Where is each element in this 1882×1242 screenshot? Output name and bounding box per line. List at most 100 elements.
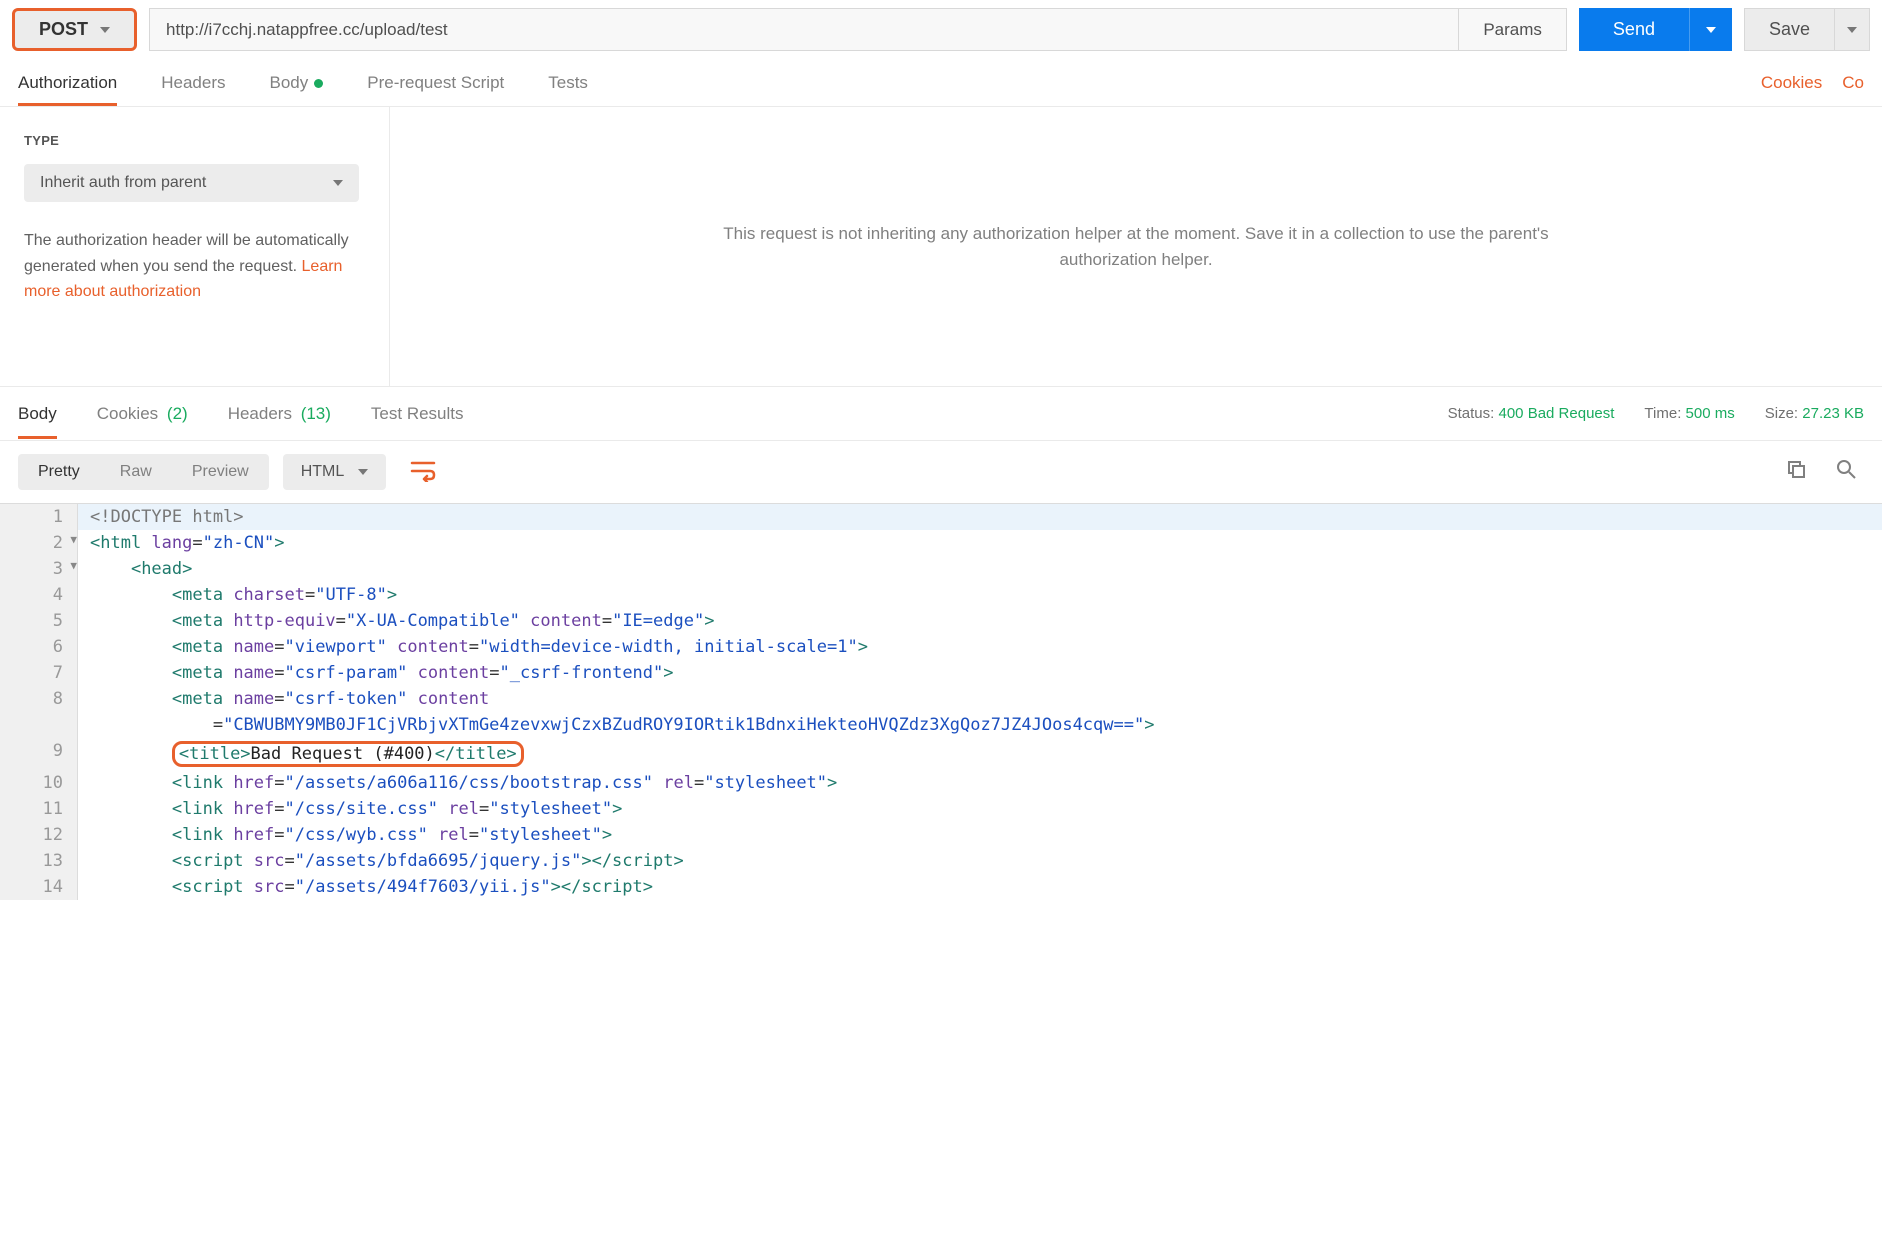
line-number: 1	[0, 504, 78, 530]
wrap-toggle[interactable]	[400, 454, 446, 491]
auth-type-value: Inherit auth from parent	[40, 174, 206, 192]
tab-body[interactable]: Body	[270, 61, 324, 105]
tab-prerequest[interactable]: Pre-request Script	[367, 61, 504, 105]
auth-sidebar: TYPE Inherit auth from parent The author…	[0, 107, 390, 386]
authorization-panel: TYPE Inherit auth from parent The author…	[0, 107, 1882, 387]
tab-headers[interactable]: Headers	[161, 61, 225, 105]
search-button[interactable]	[1828, 453, 1864, 491]
code-content: <title>Bad Request (#400)</title>	[78, 738, 524, 770]
view-raw[interactable]: Raw	[100, 454, 172, 490]
save-label: Save	[1769, 19, 1810, 40]
response-meta: Status: 400 Bad Request Time: 500 ms Siz…	[1448, 405, 1864, 422]
http-method-label: POST	[39, 19, 88, 40]
cookies-link[interactable]: Cookies	[1761, 73, 1822, 93]
http-method-select[interactable]: POST	[12, 8, 137, 51]
code-line[interactable]: 11 <link href="/css/site.css" rel="style…	[0, 796, 1882, 822]
chevron-down-icon	[333, 180, 343, 186]
tab-label: Body	[270, 73, 309, 92]
tab-label: Tests	[548, 73, 588, 92]
auth-empty-message: This request is not inheriting any autho…	[696, 221, 1576, 272]
url-input[interactable]	[150, 9, 1458, 50]
code-content: <script src="/assets/bfda6695/jquery.js"…	[78, 848, 684, 874]
chevron-down-icon	[100, 27, 110, 33]
code-line[interactable]: 9 <title>Bad Request (#400)</title>	[0, 738, 1882, 770]
chevron-down-icon	[1706, 27, 1716, 33]
code-content: <meta name="viewport" content="width=dev…	[78, 634, 868, 660]
send-button[interactable]: Send	[1579, 8, 1689, 51]
resp-tab-cookies[interactable]: Cookies (2)	[97, 390, 188, 438]
code-content: <meta http-equiv="X-UA-Compatible" conte…	[78, 608, 714, 634]
save-dropdown[interactable]	[1835, 8, 1870, 51]
request-bar: POST Params Send Save	[0, 0, 1882, 59]
params-button[interactable]: Params	[1458, 9, 1566, 50]
code-line[interactable]: 12 <link href="/css/wyb.css" rel="styles…	[0, 822, 1882, 848]
code-line[interactable]: 3▼ <head>	[0, 556, 1882, 582]
send-group: Send	[1579, 8, 1732, 51]
tab-label: Headers	[228, 404, 292, 423]
code-line[interactable]: 1<!DOCTYPE html>	[0, 504, 1882, 530]
code-line[interactable]: 10 <link href="/assets/a606a116/css/boot…	[0, 770, 1882, 796]
format-select[interactable]: HTML	[283, 454, 387, 490]
fold-icon[interactable]: ▼	[70, 559, 77, 572]
code-content: ="CBWUBMY9MB0JF1CjVRbjvXTmGe4zevxwjCzxBZ…	[78, 712, 1154, 738]
line-number: 12	[0, 822, 78, 848]
code-line[interactable]: 8 <meta name="csrf-token" content	[0, 686, 1882, 712]
line-number: 7	[0, 660, 78, 686]
meta-label: Size:	[1765, 405, 1798, 422]
code-link[interactable]: Co	[1842, 73, 1864, 93]
code-line[interactable]: 5 <meta http-equiv="X-UA-Compatible" con…	[0, 608, 1882, 634]
code-content: <link href="/assets/a606a116/css/bootstr…	[78, 770, 837, 796]
wrap-icon	[410, 460, 436, 482]
code-line[interactable]: 13 <script src="/assets/bfda6695/jquery.…	[0, 848, 1882, 874]
line-number: 9	[0, 738, 78, 770]
chevron-down-icon	[358, 469, 368, 475]
tab-label: Test Results	[371, 404, 464, 423]
code-line[interactable]: 2▼<html lang="zh-CN">	[0, 530, 1882, 556]
format-label: HTML	[301, 463, 345, 481]
resp-tab-body[interactable]: Body	[18, 390, 57, 438]
code-content: <!DOCTYPE html>	[78, 504, 244, 530]
line-number: 11	[0, 796, 78, 822]
code-line[interactable]: 7 <meta name="csrf-param" content="_csrf…	[0, 660, 1882, 686]
tab-label: Headers	[161, 73, 225, 92]
url-row: Params	[149, 8, 1567, 51]
save-button[interactable]: Save	[1744, 8, 1835, 51]
tab-label: Cookies	[97, 404, 158, 423]
tab-label: Pre-request Script	[367, 73, 504, 92]
code-content: <script src="/assets/494f7603/yii.js"></…	[78, 874, 653, 900]
send-dropdown[interactable]	[1689, 8, 1732, 51]
view-preview[interactable]: Preview	[172, 454, 269, 490]
line-number: 3▼	[0, 556, 78, 582]
code-line[interactable]: 14 <script src="/assets/494f7603/yii.js"…	[0, 874, 1882, 900]
resp-tab-headers[interactable]: Headers (13)	[228, 390, 331, 438]
send-label: Send	[1613, 19, 1655, 40]
chevron-down-icon	[1847, 27, 1857, 33]
status-meta: Status: 400 Bad Request	[1448, 405, 1615, 422]
tab-authorization[interactable]: Authorization	[18, 61, 117, 105]
line-number: 5	[0, 608, 78, 634]
meta-value: 27.23 KB	[1802, 405, 1864, 422]
fold-icon[interactable]: ▼	[70, 533, 77, 546]
code-line[interactable]: 4 <meta charset="UTF-8">	[0, 582, 1882, 608]
code-content: <meta charset="UTF-8">	[78, 582, 397, 608]
code-content: <link href="/css/wyb.css" rel="styleshee…	[78, 822, 612, 848]
copy-button[interactable]	[1778, 453, 1814, 491]
line-number: 13	[0, 848, 78, 874]
line-number: 8	[0, 686, 78, 712]
params-label: Params	[1483, 20, 1542, 40]
response-body-code[interactable]: 1<!DOCTYPE html>2▼<html lang="zh-CN">3▼ …	[0, 503, 1882, 900]
code-line[interactable]: ="CBWUBMY9MB0JF1CjVRbjvXTmGe4zevxwjCzxBZ…	[0, 712, 1882, 738]
time-meta: Time: 500 ms	[1644, 405, 1734, 422]
code-content: <head>	[78, 556, 192, 582]
auth-type-select[interactable]: Inherit auth from parent	[24, 164, 359, 202]
tab-tests[interactable]: Tests	[548, 61, 588, 105]
resp-tab-tests[interactable]: Test Results	[371, 390, 464, 438]
view-pretty[interactable]: Pretty	[18, 454, 100, 490]
highlighted-title: <title>Bad Request (#400)</title>	[172, 741, 524, 767]
response-toolbar: Pretty Raw Preview HTML	[0, 441, 1882, 503]
code-content: <meta name="csrf-token" content	[78, 686, 489, 712]
save-group: Save	[1744, 8, 1870, 51]
meta-value: 400 Bad Request	[1499, 405, 1615, 422]
line-number: 2▼	[0, 530, 78, 556]
code-line[interactable]: 6 <meta name="viewport" content="width=d…	[0, 634, 1882, 660]
